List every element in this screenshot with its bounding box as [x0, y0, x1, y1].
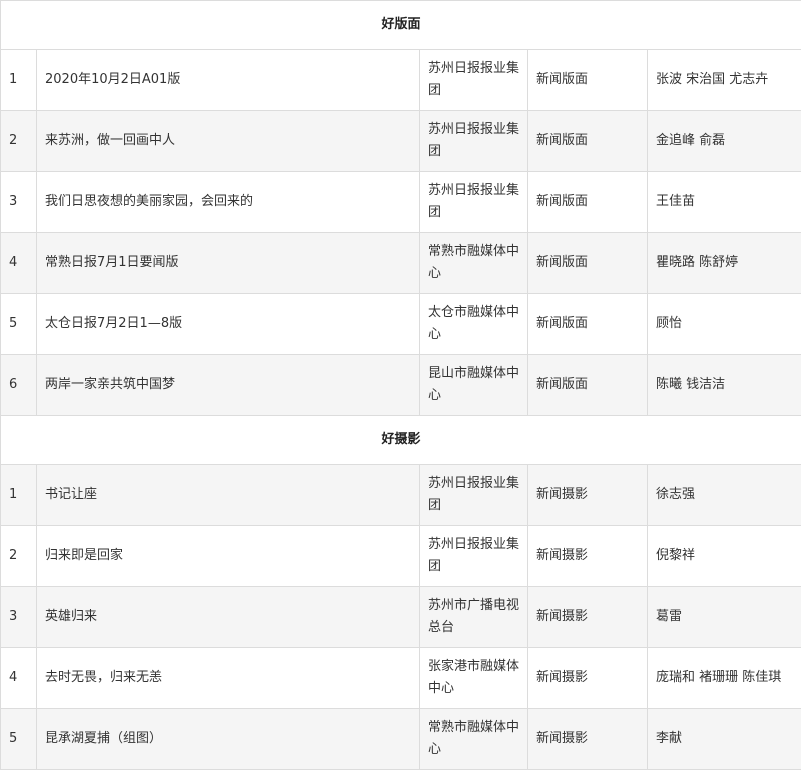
- work-title: 常熟日报7月1日要闻版: [36, 232, 420, 294]
- section-header-row: 好摄影: [0, 415, 801, 465]
- organization: 苏州日报报业集团: [419, 525, 528, 587]
- authors: 葛雷: [647, 586, 801, 648]
- awards-table: 好版面 1 2020年10月2日A01版 苏州日报报业集团 新闻版面 张波 宋治…: [0, 0, 801, 770]
- section-title: 好版面: [0, 0, 801, 50]
- category: 新闻版面: [527, 110, 648, 172]
- organization: 常熟市融媒体中心: [419, 708, 528, 770]
- row-number: 2: [0, 525, 37, 587]
- row-number: 6: [0, 354, 37, 416]
- category: 新闻摄影: [527, 525, 648, 587]
- category: 新闻版面: [527, 354, 648, 416]
- row-number: 4: [0, 647, 37, 709]
- row-number: 1: [0, 464, 37, 526]
- table-row: 4 去时无畏，归来无恙 张家港市融媒体中心 新闻摄影 庞瑞和 褚珊珊 陈佳琪: [0, 647, 801, 709]
- category: 新闻摄影: [527, 464, 648, 526]
- table-row: 5 太仓日报7月2日1—8版 太仓市融媒体中心 新闻版面 顾怡: [0, 293, 801, 355]
- table-row: 2 来苏洲，做一回画中人 苏州日报报业集团 新闻版面 金追峰 俞磊: [0, 110, 801, 172]
- authors: 陈曦 钱洁洁: [647, 354, 801, 416]
- authors: 庞瑞和 褚珊珊 陈佳琪: [647, 647, 801, 709]
- category: 新闻摄影: [527, 647, 648, 709]
- work-title: 英雄归来: [36, 586, 420, 648]
- row-number: 2: [0, 110, 37, 172]
- authors: 倪黎祥: [647, 525, 801, 587]
- section-title: 好摄影: [0, 415, 801, 465]
- organization: 苏州日报报业集团: [419, 171, 528, 233]
- organization: 常熟市融媒体中心: [419, 232, 528, 294]
- authors: 张波 宋治国 尤志卉: [647, 49, 801, 111]
- awards-table-body: 好版面 1 2020年10月2日A01版 苏州日报报业集团 新闻版面 张波 宋治…: [0, 0, 801, 770]
- category: 新闻摄影: [527, 708, 648, 770]
- category: 新闻摄影: [527, 586, 648, 648]
- organization: 苏州日报报业集团: [419, 110, 528, 172]
- table-row: 1 书记让座 苏州日报报业集团 新闻摄影 徐志强: [0, 464, 801, 526]
- row-number: 4: [0, 232, 37, 294]
- work-title: 两岸一家亲共筑中国梦: [36, 354, 420, 416]
- row-number: 3: [0, 586, 37, 648]
- work-title: 2020年10月2日A01版: [36, 49, 420, 111]
- row-number: 5: [0, 708, 37, 770]
- authors: 王佳苗: [647, 171, 801, 233]
- category: 新闻版面: [527, 171, 648, 233]
- section-header-row: 好版面: [0, 0, 801, 50]
- table-row: 5 昆承湖夏捕（组图） 常熟市融媒体中心 新闻摄影 李献: [0, 708, 801, 770]
- category: 新闻版面: [527, 49, 648, 111]
- organization: 苏州日报报业集团: [419, 49, 528, 111]
- authors: 徐志强: [647, 464, 801, 526]
- row-number: 1: [0, 49, 37, 111]
- work-title: 书记让座: [36, 464, 420, 526]
- table-row: 2 归来即是回家 苏州日报报业集团 新闻摄影 倪黎祥: [0, 525, 801, 587]
- organization: 昆山市融媒体中心: [419, 354, 528, 416]
- table-row: 1 2020年10月2日A01版 苏州日报报业集团 新闻版面 张波 宋治国 尤志…: [0, 49, 801, 111]
- work-title: 归来即是回家: [36, 525, 420, 587]
- work-title: 去时无畏，归来无恙: [36, 647, 420, 709]
- table-row: 4 常熟日报7月1日要闻版 常熟市融媒体中心 新闻版面 瞿晓路 陈舒婷: [0, 232, 801, 294]
- row-number: 5: [0, 293, 37, 355]
- table-row: 3 英雄归来 苏州市广播电视总台 新闻摄影 葛雷: [0, 586, 801, 648]
- category: 新闻版面: [527, 293, 648, 355]
- work-title: 昆承湖夏捕（组图）: [36, 708, 420, 770]
- organization: 苏州市广播电视总台: [419, 586, 528, 648]
- organization: 张家港市融媒体中心: [419, 647, 528, 709]
- work-title: 来苏洲，做一回画中人: [36, 110, 420, 172]
- authors: 顾怡: [647, 293, 801, 355]
- table-row: 6 两岸一家亲共筑中国梦 昆山市融媒体中心 新闻版面 陈曦 钱洁洁: [0, 354, 801, 416]
- row-number: 3: [0, 171, 37, 233]
- work-title: 我们日思夜想的美丽家园，会回来的: [36, 171, 420, 233]
- authors: 李献: [647, 708, 801, 770]
- authors: 瞿晓路 陈舒婷: [647, 232, 801, 294]
- work-title: 太仓日报7月2日1—8版: [36, 293, 420, 355]
- authors: 金追峰 俞磊: [647, 110, 801, 172]
- table-row: 3 我们日思夜想的美丽家园，会回来的 苏州日报报业集团 新闻版面 王佳苗: [0, 171, 801, 233]
- organization: 苏州日报报业集团: [419, 464, 528, 526]
- category: 新闻版面: [527, 232, 648, 294]
- organization: 太仓市融媒体中心: [419, 293, 528, 355]
